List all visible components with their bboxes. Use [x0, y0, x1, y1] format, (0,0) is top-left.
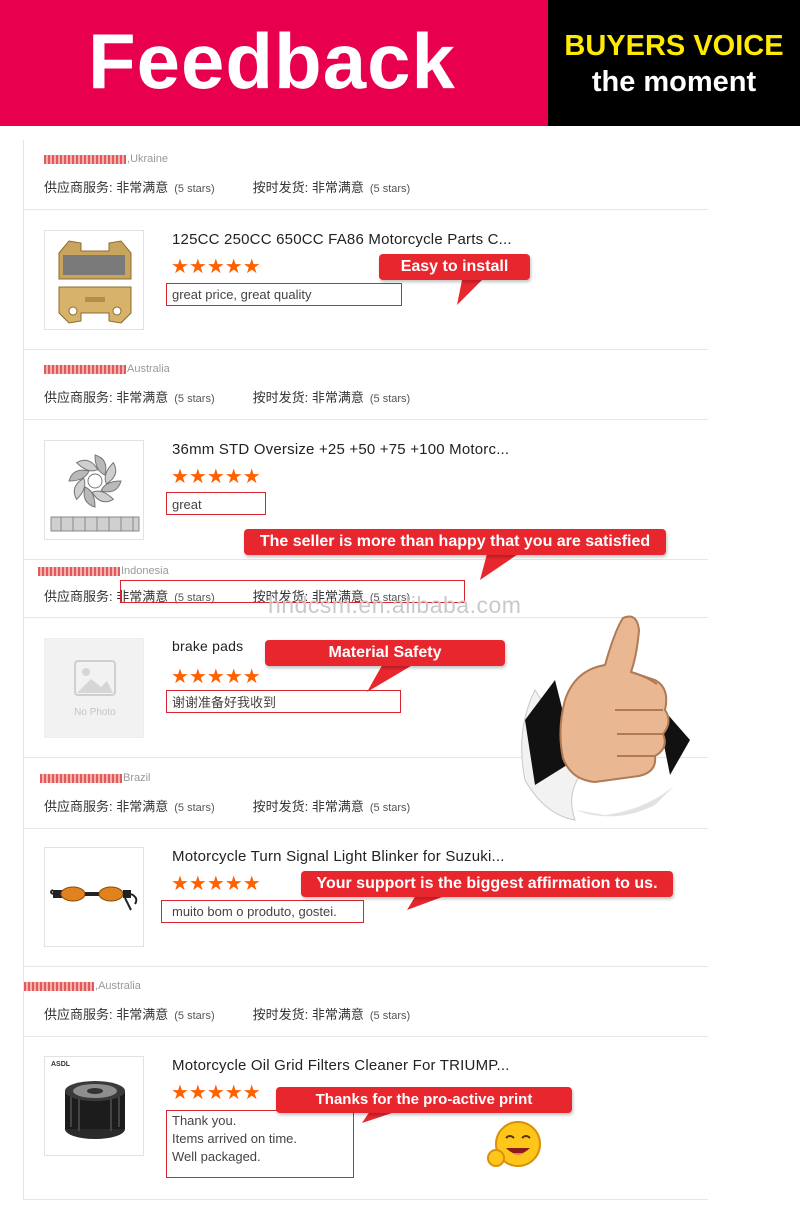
buyer-line: Australia [40, 363, 170, 375]
product-title[interactable]: brake pads [172, 638, 243, 654]
callout-thanks-print: Thanks for the pro-active print [276, 1087, 572, 1113]
comment-highlight-box [166, 492, 266, 515]
brake-pad-image [58, 240, 132, 324]
star-rating: ★★★★★ [171, 873, 261, 895]
comment-highlight-box [161, 900, 364, 923]
comment-highlight-box [166, 283, 402, 306]
redacted-buyer-name [38, 566, 120, 576]
piston-ring-image [50, 454, 140, 532]
buyer-country: Australia [127, 363, 170, 375]
buyer-line: , Ukraine [40, 153, 168, 165]
product-thumbnail[interactable]: No Photo [44, 638, 144, 738]
star-rating: ★★★★★ [171, 1082, 261, 1104]
product-review-row: 125CC 250CC 650CC FA86 Motorcycle Parts … [24, 210, 708, 350]
redacted-buyer-name [44, 154, 126, 164]
redacted-buyer-name [24, 981, 94, 991]
rating-line: 供应商服务: 非常满意 (5 stars) 按时发货: 非常满意 (5 stars) [44, 1007, 411, 1022]
product-thumbnail[interactable] [44, 440, 144, 540]
header-banner: Feedback [0, 0, 548, 126]
product-title[interactable]: 125CC 250CC 650CC FA86 Motorcycle Parts … [172, 231, 512, 248]
no-photo-label: No Photo [74, 707, 116, 718]
buyer-info-row: , Ukraine 供应商服务: 非常满意 (5 stars) 按时发货: 非常满意(… [24, 140, 708, 210]
smiley-emoji [487, 1121, 541, 1167]
buyer-info-row: Australia 供应商服务: 非常满意 (5 stars) 按时发货: 非常满意… [24, 350, 708, 420]
redacted-buyer-name [44, 364, 126, 374]
store-watermark: hndcsm.en.alibaba.com [268, 592, 522, 618]
buyers-voice-heading: BUYERS VOICE [564, 30, 784, 62]
callout-easy-to-install: Easy to install [379, 254, 530, 280]
rating-line: 供应商服务: 非常满意 (5 stars) 按时发货: 非常满意 (5 stars) [44, 799, 411, 814]
product-thumbnail[interactable] [44, 230, 144, 330]
thumbs-up-image [521, 615, 690, 821]
buyers-voice-subheading: the moment [591, 66, 757, 98]
product-thumbnail[interactable] [44, 847, 144, 947]
brand-label: ASDL [51, 1061, 71, 1068]
buyer-country: Ukraine [130, 153, 168, 165]
star-rating: ★★★★★ [171, 666, 261, 688]
star-rating: ★★★★★ [171, 466, 261, 488]
rating-line: 供应商服务: 非常满意 (5 stars) 按时发货: 非常满意 (5 stars) [44, 390, 411, 405]
buyer-info-row: , Australia 供应商服务: 非常满意 (5 stars) 按时发货: 非常满… [24, 967, 708, 1037]
buyer-country: Brazil [123, 772, 151, 784]
buyer-line: , Australia [24, 980, 141, 992]
product-title[interactable]: Motorcycle Oil Grid Filters Cleaner For … [172, 1057, 510, 1074]
callout-seller-happy: The seller is more than happy that you a… [244, 529, 666, 555]
redacted-buyer-name [40, 773, 122, 783]
buyer-line: Brazil [40, 772, 151, 784]
product-title[interactable]: Motorcycle Turn Signal Light Blinker for… [172, 848, 505, 865]
callout-support-affirmation: Your support is the biggest affirmation … [301, 871, 673, 897]
rating-line: 供应商服务: 非常满意 (5 stars) 按时发货: 非常满意 (5 stars) [44, 180, 411, 195]
buyers-voice-panel: BUYERS VOICE the moment [548, 0, 800, 126]
callout-material-safety: Material Safety [265, 640, 505, 666]
comment-highlight-box [166, 1110, 354, 1178]
star-rating: ★★★★★ [171, 256, 261, 278]
product-review-row: Motorcycle Turn Signal Light Blinker for… [24, 827, 708, 967]
oil-filter-image [65, 1081, 125, 1139]
turn-signal-image [50, 886, 138, 911]
banner-title: Feedback [88, 17, 456, 105]
product-title[interactable]: 36mm STD Oversize +25 +50 +75 +100 Motor… [172, 441, 509, 458]
buyer-country: Australia [98, 980, 141, 992]
buyer-line: Indonesia [38, 565, 169, 577]
product-thumbnail[interactable]: ASDL [44, 1056, 144, 1156]
buyer-country: Indonesia [121, 565, 169, 577]
no-photo-image [74, 660, 116, 696]
